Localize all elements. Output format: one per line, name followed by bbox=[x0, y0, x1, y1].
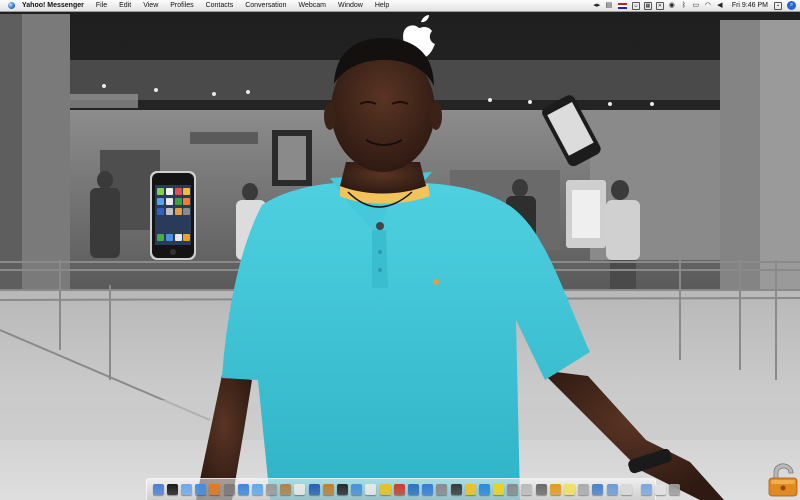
ical-icon[interactable] bbox=[294, 484, 306, 495]
spotlight-icon[interactable]: ⌕ bbox=[787, 1, 796, 10]
menu-file[interactable]: File bbox=[90, 0, 113, 11]
address-book-icon[interactable] bbox=[280, 484, 292, 495]
display-icon[interactable]: ▭ bbox=[692, 2, 700, 10]
stickies-icon[interactable] bbox=[564, 484, 576, 495]
padlock-icon[interactable] bbox=[768, 463, 798, 497]
window-icon[interactable] bbox=[620, 484, 632, 495]
camino-icon[interactable] bbox=[223, 484, 235, 495]
trash-icon[interactable] bbox=[669, 484, 681, 495]
system-preferences-icon[interactable] bbox=[507, 484, 519, 495]
dock bbox=[146, 478, 681, 500]
menu-help[interactable]: Help bbox=[369, 0, 395, 11]
automator-icon[interactable] bbox=[535, 484, 547, 495]
menu-window[interactable]: Window bbox=[332, 0, 369, 11]
desktop: Yahoo! Messenger File Edit View Profiles… bbox=[0, 0, 800, 500]
finder-icon[interactable] bbox=[152, 484, 164, 495]
menubar-clock[interactable]: Fri 9:46 PM bbox=[732, 2, 768, 9]
magnifier-icon[interactable] bbox=[578, 484, 590, 495]
toast-icon[interactable] bbox=[549, 484, 561, 495]
flag-icon[interactable] bbox=[617, 2, 627, 9]
volume-icon[interactable]: ▤ bbox=[605, 2, 613, 10]
mail-icon[interactable] bbox=[180, 484, 192, 495]
textedit-icon[interactable] bbox=[365, 484, 377, 495]
quicktime-icon[interactable] bbox=[422, 484, 434, 495]
bluetooth-icon[interactable]: ᛒ bbox=[680, 2, 688, 10]
garageband-icon[interactable] bbox=[322, 484, 334, 495]
calculator-icon[interactable] bbox=[436, 484, 448, 495]
cross-icon[interactable]: ✕ bbox=[655, 1, 664, 10]
spaces-icon[interactable] bbox=[606, 484, 618, 495]
folder-icon[interactable] bbox=[640, 484, 652, 495]
menu-profiles[interactable]: Profiles bbox=[164, 0, 199, 11]
network-icon[interactable] bbox=[478, 484, 490, 495]
apple-menu-icon[interactable] bbox=[4, 0, 18, 11]
globe-icon[interactable]: ◉ bbox=[668, 2, 676, 10]
dashboard-icon[interactable] bbox=[166, 484, 178, 495]
idvd-icon[interactable] bbox=[337, 484, 349, 495]
desktop-wallpaper bbox=[0, 0, 800, 500]
messenger-icon[interactable]: ☺ bbox=[631, 1, 640, 10]
safari-icon[interactable] bbox=[195, 484, 207, 495]
imovie-icon[interactable] bbox=[308, 484, 320, 495]
keynote-icon[interactable] bbox=[407, 484, 419, 495]
menu-webcam[interactable]: Webcam bbox=[292, 0, 332, 11]
exposé-icon[interactable] bbox=[592, 484, 604, 495]
menu-conversation[interactable]: Conversation bbox=[239, 0, 292, 11]
preview-icon[interactable] bbox=[266, 484, 278, 495]
menu-app-name[interactable]: Yahoo! Messenger bbox=[18, 0, 90, 11]
pages-icon[interactable] bbox=[393, 484, 405, 495]
back-forward-icon[interactable]: ◂▸ bbox=[593, 2, 601, 10]
wifi-icon[interactable]: ◠ bbox=[704, 2, 712, 10]
speaker-icon[interactable]: ◀ bbox=[716, 2, 724, 10]
documents-icon[interactable] bbox=[655, 484, 667, 495]
menubar: Yahoo! Messenger File Edit View Profiles… bbox=[0, 0, 800, 12]
adium-icon[interactable] bbox=[379, 484, 391, 495]
menu-contacts[interactable]: Contacts bbox=[200, 0, 240, 11]
notification-icon[interactable]: ▪ bbox=[774, 1, 782, 10]
iweb-icon[interactable] bbox=[351, 484, 363, 495]
smiley-icon[interactable] bbox=[464, 484, 476, 495]
menu-edit[interactable]: Edit bbox=[113, 0, 137, 11]
firefox-icon[interactable] bbox=[209, 484, 221, 495]
document-icon[interactable]: ▦ bbox=[643, 1, 652, 10]
terminal-icon[interactable] bbox=[521, 484, 533, 495]
menu-extras: ◂▸ ▤ ☺ ▦ ✕ ◉ ᛒ ▭ ◠ ◀ Fri 9:46 PM ▪ ⌕ bbox=[591, 0, 800, 11]
duck-icon[interactable] bbox=[493, 484, 505, 495]
iphoto-icon[interactable] bbox=[251, 484, 263, 495]
menu-view[interactable]: View bbox=[137, 0, 164, 11]
yahoo-messenger-icon bbox=[7, 2, 15, 9]
photo-booth-icon[interactable] bbox=[450, 484, 462, 495]
itunes-icon[interactable] bbox=[237, 484, 249, 495]
